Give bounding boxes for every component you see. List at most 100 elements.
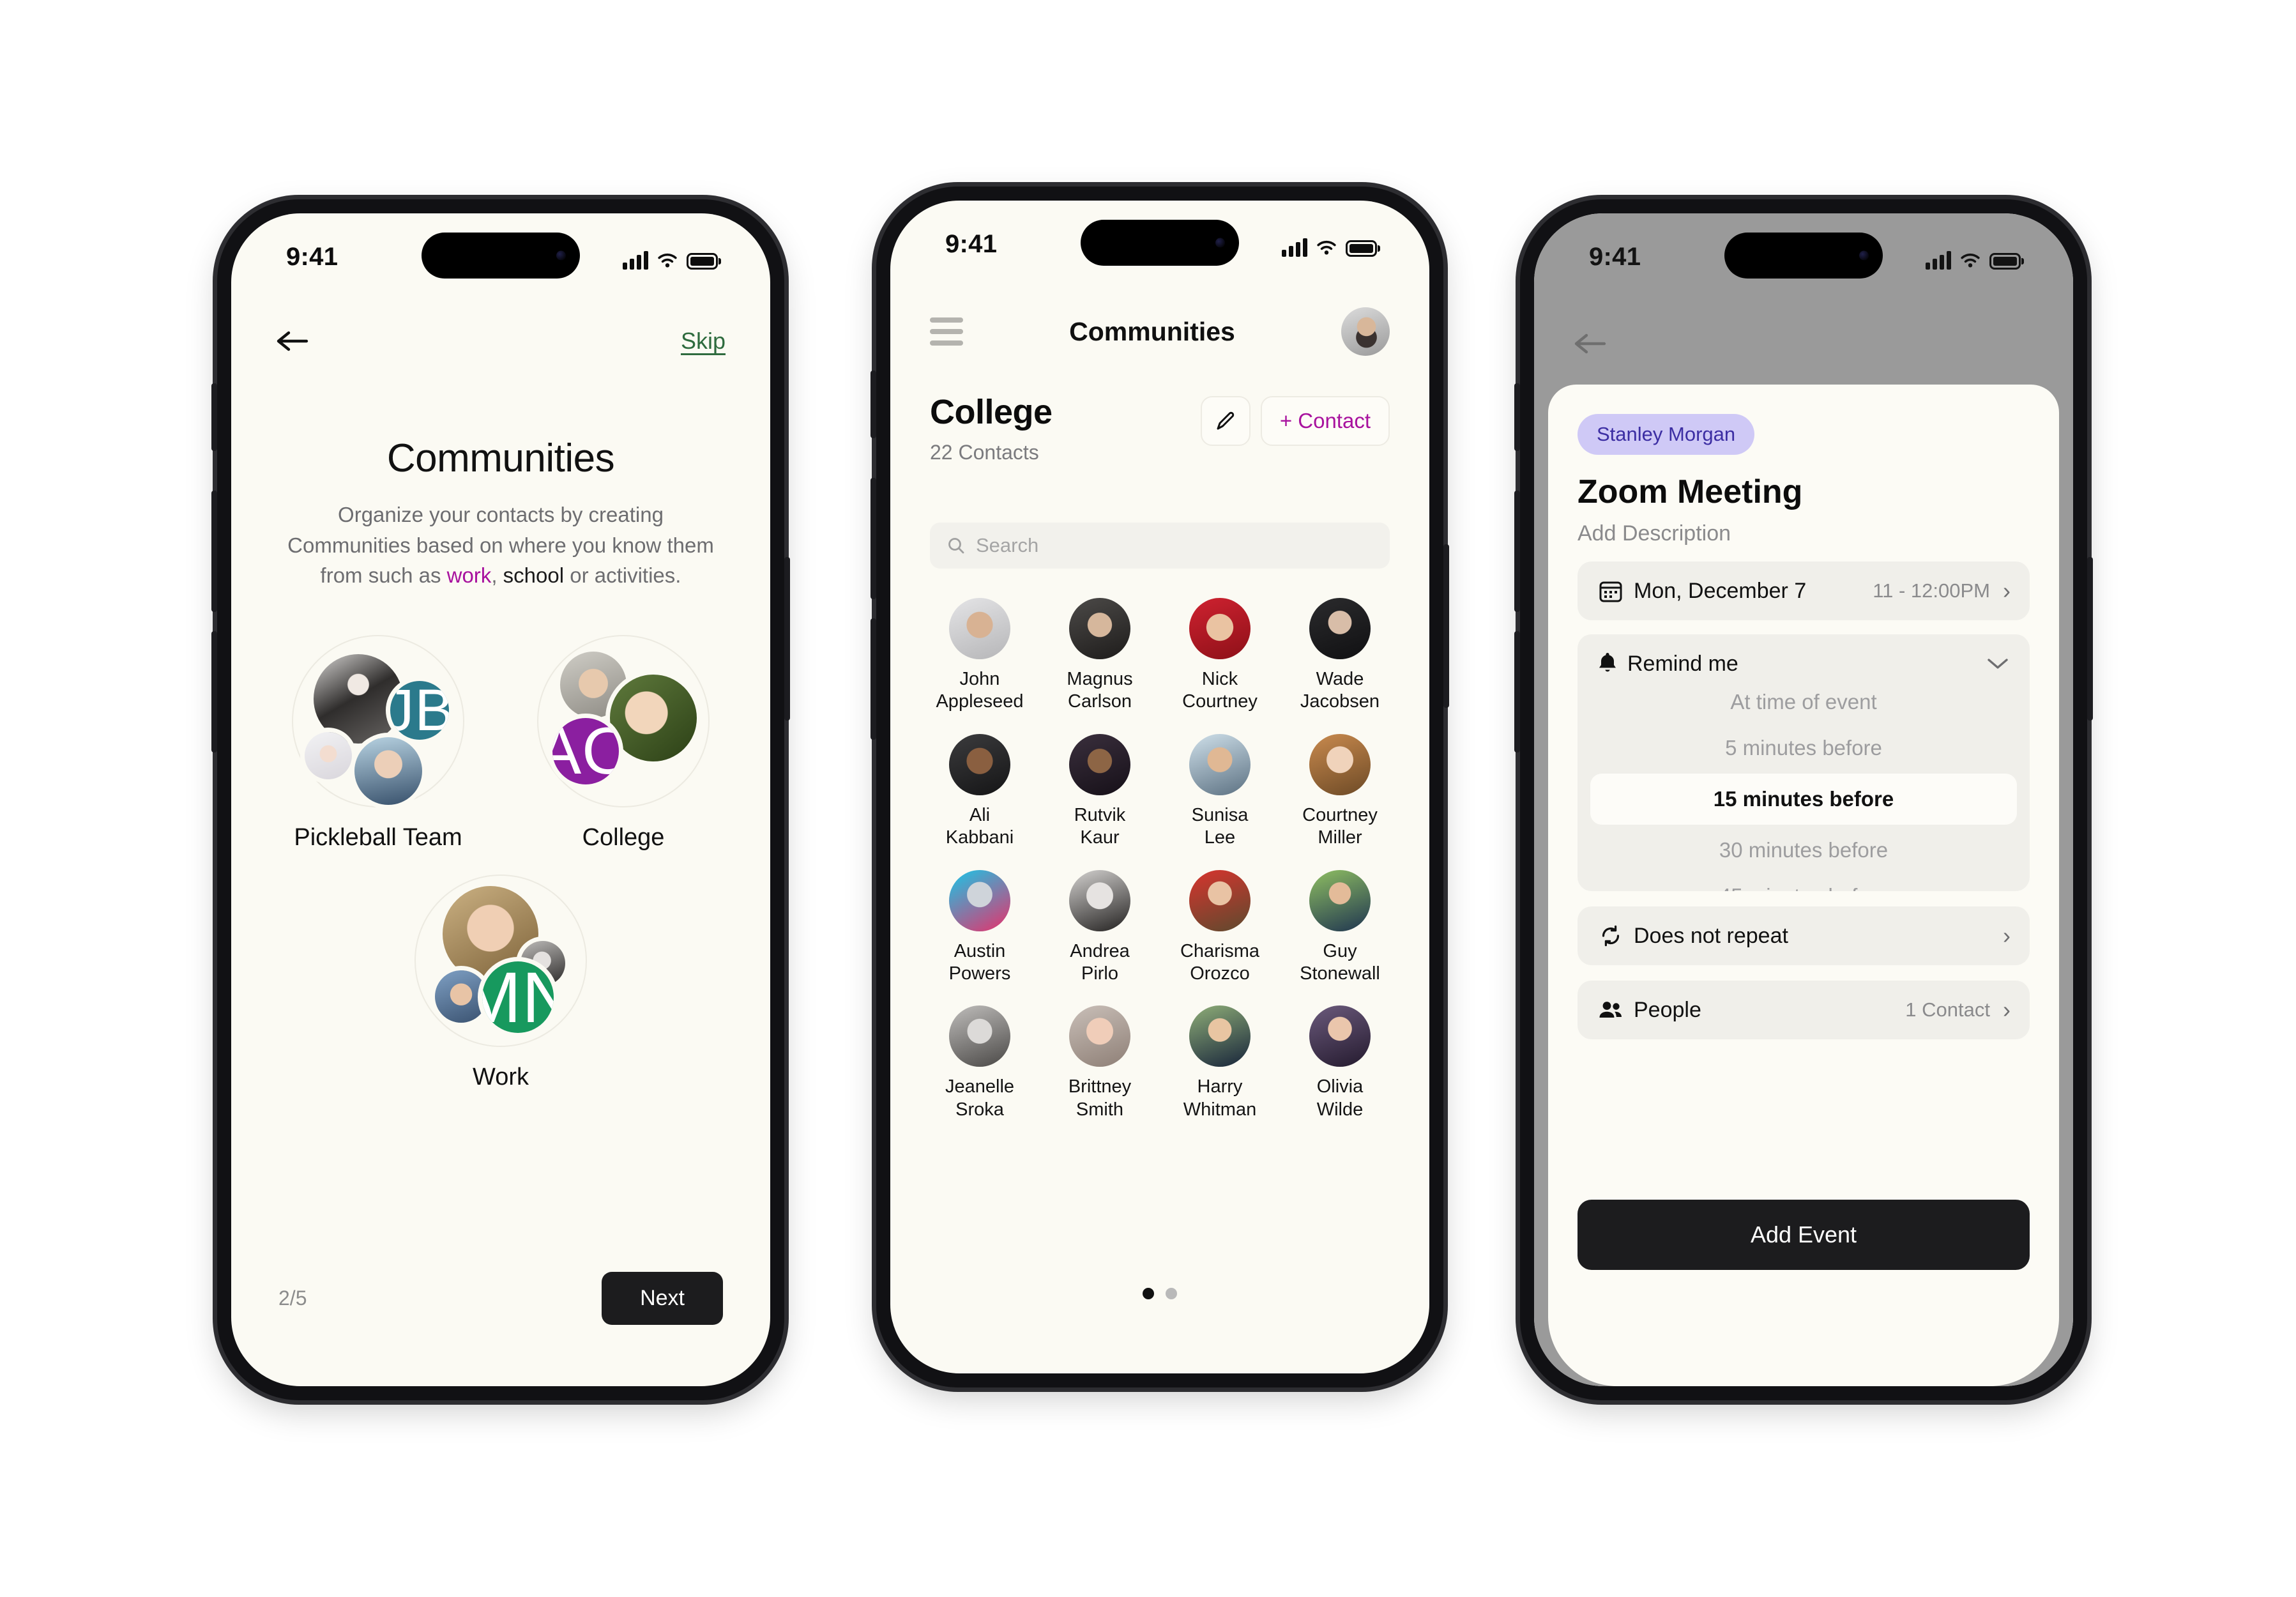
contact-photo <box>949 733 1010 795</box>
contact-photo <box>949 1005 1010 1067</box>
contact-count: 22 Contacts <box>930 441 1039 464</box>
event-people-row[interactable]: People 1 Contact › <box>1578 981 2030 1039</box>
contact-cell[interactable]: Andrea Pirlo <box>1040 869 1160 986</box>
back-arrow-icon[interactable] <box>1574 331 1607 356</box>
volume-down-button[interactable] <box>1514 631 1520 753</box>
event-date-row[interactable]: Mon, December 7 11 - 12:00PM › <box>1578 562 2030 620</box>
add-event-button[interactable]: Add Event <box>1578 1200 2030 1270</box>
picker-option[interactable]: 45 minutes before <box>1590 873 2017 891</box>
volume-up-button[interactable] <box>1514 491 1520 612</box>
volume-up-button[interactable] <box>211 491 217 612</box>
phone2-screen: 9:41 Communities College 22 Contacts + C… <box>890 201 1429 1373</box>
contact-cell[interactable]: Courtney Miller <box>1280 733 1400 850</box>
add-contact-button[interactable]: + Contact <box>1260 396 1390 446</box>
event-people-value: 1 Contact <box>1905 998 1990 1021</box>
chevron-right-icon: › <box>2003 922 2011 949</box>
back-arrow-icon[interactable] <box>276 328 309 354</box>
community-bubble: AO <box>537 635 710 807</box>
cellular-signal-icon <box>1926 251 1951 270</box>
contact-cell[interactable]: Jeanelle Sroka <box>920 1005 1040 1121</box>
contact-cell[interactable]: Rutvik Kaur <box>1040 733 1160 850</box>
contact-cell[interactable]: Sunisa Lee <box>1160 733 1280 850</box>
power-button[interactable] <box>784 557 790 721</box>
contact-photo <box>1309 869 1371 931</box>
power-button[interactable] <box>2087 557 2093 721</box>
contact-name: Andrea Pirlo <box>1070 940 1130 984</box>
member-initials-avatar: MN <box>482 961 554 1033</box>
contact-cell[interactable]: Austin Powers <box>920 869 1040 986</box>
contact-name: Sunisa Lee <box>1191 804 1249 848</box>
picker-option-selected[interactable]: 15 minutes before <box>1590 774 2017 825</box>
community-label: Pickleball Team <box>294 824 462 851</box>
contact-photo <box>1309 598 1371 659</box>
silence-switch[interactable] <box>1514 383 1520 451</box>
avatar[interactable] <box>1341 307 1390 356</box>
community-bubble: JB <box>292 635 464 807</box>
remind-me-label: Remind me <box>1627 651 1738 676</box>
volume-down-button[interactable] <box>211 631 217 753</box>
phone1-nav-bar: Skip <box>231 310 770 372</box>
contact-grid: John Appleseed Magnus Carlson Nick Courtney Wa… <box>920 598 1400 1121</box>
community-label: College <box>582 824 665 851</box>
status-bar: 9:41 <box>1534 213 2073 298</box>
contact-chip[interactable]: Stanley Morgan <box>1578 414 1755 455</box>
front-camera-icon <box>1859 250 1869 261</box>
community-card-pickleball[interactable]: JB Pickleball Team <box>273 635 483 852</box>
wifi-icon <box>658 253 677 268</box>
picker-option[interactable]: 5 minutes before <box>1590 725 2017 771</box>
edit-button[interactable] <box>1200 396 1251 446</box>
contact-cell[interactable]: Harry Whitman <box>1160 1005 1280 1121</box>
page-dot-1[interactable] <box>1143 1288 1154 1299</box>
contact-cell[interactable]: Wade Jacobsen <box>1280 598 1400 714</box>
search-bar[interactable] <box>930 523 1390 569</box>
phone-community-contacts: 9:41 Communities College 22 Contacts + C… <box>871 187 1449 1387</box>
contact-cell[interactable]: Magnus Carlson <box>1040 598 1160 714</box>
contact-cell[interactable]: Brittney Smith <box>1040 1005 1160 1121</box>
event-description-placeholder[interactable]: Add Description <box>1578 521 2030 546</box>
remind-options-picker[interactable]: At time of event 5 minutes before 15 minut… <box>1578 693 2030 891</box>
community-label: Work <box>473 1064 529 1090</box>
status-bar: 9:41 <box>890 201 1429 285</box>
page-title: Communities <box>386 436 615 480</box>
search-input[interactable] <box>976 534 1373 557</box>
event-title[interactable]: Zoom Meeting <box>1578 473 2030 511</box>
silence-switch[interactable] <box>871 371 876 438</box>
contact-cell[interactable]: Ali Kabbani <box>920 733 1040 850</box>
phone-onboarding-communities: 9:41 Skip Communities Organize your cont… <box>211 199 790 1400</box>
contact-photo <box>1069 869 1130 931</box>
remind-me-header[interactable]: Remind me <box>1597 634 2011 693</box>
chevron-down-icon[interactable] <box>1985 656 2011 671</box>
contact-cell[interactable]: Guy Stonewall <box>1280 869 1400 986</box>
contact-name: Charisma Orozco <box>1180 940 1260 984</box>
picker-option[interactable]: At time of event <box>1590 693 2017 725</box>
contact-name: Jeanelle Sroka <box>945 1076 1015 1120</box>
next-button[interactable]: Next <box>602 1272 723 1325</box>
contact-cell[interactable]: Nick Courtney <box>1160 598 1280 714</box>
contact-cell[interactable]: John Appleseed <box>920 598 1040 714</box>
community-card-work[interactable]: MN Work <box>395 875 606 1091</box>
contact-photo <box>1309 733 1371 795</box>
contact-photo <box>1069 1005 1130 1067</box>
picker-option[interactable]: 30 minutes before <box>1590 827 2017 873</box>
page-dot-2[interactable] <box>1166 1288 1177 1299</box>
contact-cell[interactable]: Charisma Orozco <box>1160 869 1280 986</box>
skip-button[interactable]: Skip <box>681 328 726 355</box>
event-repeat-row[interactable]: Does not repeat › <box>1578 906 2030 965</box>
power-button[interactable] <box>1443 544 1449 708</box>
community-card-college[interactable]: AO College <box>518 635 729 852</box>
contact-name: Guy Stonewall <box>1300 940 1380 984</box>
silence-switch[interactable] <box>211 383 217 451</box>
contact-cell[interactable]: Olivia Wilde <box>1280 1005 1400 1121</box>
page-counter: 2/5 <box>278 1287 307 1310</box>
volume-down-button[interactable] <box>871 618 876 740</box>
people-icon <box>1597 1000 1625 1020</box>
dynamic-island <box>422 233 580 279</box>
volume-up-button[interactable] <box>871 478 876 599</box>
event-repeat-label: Does not repeat <box>1634 923 1788 948</box>
contact-name: Nick Courtney <box>1182 669 1258 712</box>
hamburger-menu-icon[interactable] <box>930 317 963 346</box>
contact-name: Brittney Smith <box>1068 1076 1132 1120</box>
initials-text: JB <box>390 681 449 740</box>
community-header: College 22 Contacts + Contact <box>930 392 1390 464</box>
contact-name: Austin Powers <box>948 940 1011 984</box>
